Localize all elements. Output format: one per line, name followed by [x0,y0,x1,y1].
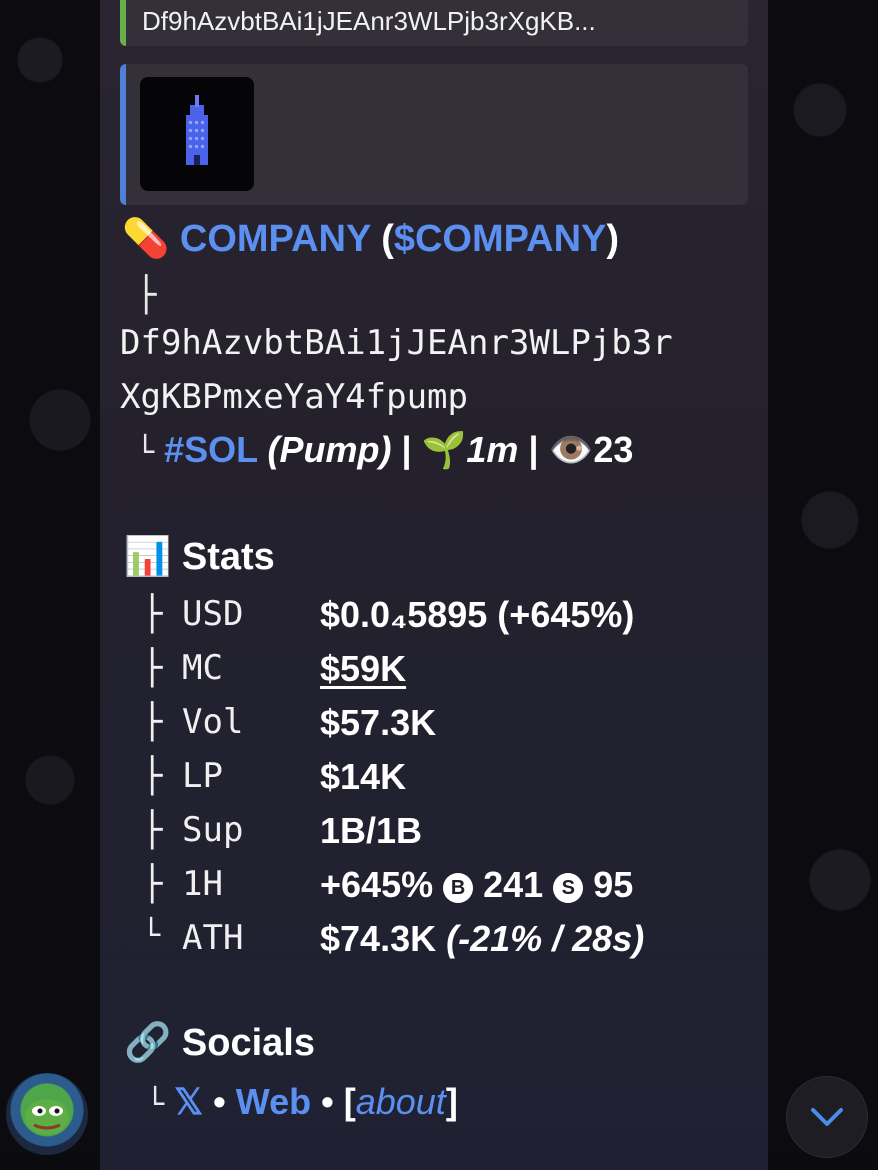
stat-label: USD [182,594,244,634]
stat-row-lp: ├ LP $14K [142,756,742,810]
quoted-message[interactable]: Df9hAzvbtBAi1jJEAnr3WLPjb3rXgKB... [120,0,748,46]
link-icon: 🔗 [124,1022,172,1064]
sell-count: 95 [593,864,634,905]
tree-branch-glyph: ├ [142,702,163,742]
stats-header: 📊 Stats [124,538,275,576]
stat-row-mc: ├ MC $59K [142,648,742,702]
ath-value: $74.3K [320,918,437,959]
stat-label: 1H [182,864,223,904]
platform-label: (Pump) [267,429,392,470]
chain-hashtag[interactable]: #SOL [164,429,257,470]
tree-branch-glyph: ├ [136,275,157,315]
stats-title: Stats [181,536,275,578]
stat-label: LP [182,756,223,796]
buy-count: 241 [483,864,544,905]
token-name-link[interactable]: COMPANY [180,218,371,260]
web-link[interactable]: Web [236,1081,311,1122]
pill-emoji: 💊 [122,218,170,260]
dot-separator: • [321,1081,334,1122]
buys-icon: B [443,873,474,903]
stat-row-1h: ├ 1H +645% B 241 S 95 [142,864,742,918]
stat-label: MC [182,648,223,688]
tree-branch-glyph: ├ [142,864,163,904]
contract-address-line-2[interactable]: XgKBPmxeYaY4fpump [120,380,468,414]
scroll-down-button[interactable] [786,1076,868,1158]
about-link[interactable]: about [356,1081,446,1122]
stat-label: ATH [182,918,244,958]
bracket-open: [ [343,1081,356,1122]
sells-icon: S [553,873,584,903]
view-count: 23 [593,429,634,470]
stat-label: Sup [182,810,244,850]
quoted-address: Df9hAzvbtBAi1jJEAnr3WLPjb3rXgKB... [142,6,596,36]
x-link[interactable]: 𝕏 [174,1081,203,1122]
stat-row-vol: ├ Vol $57.3K [142,702,742,756]
stat-row-usd: ├ USD $0.0₄5895 (+645%) [142,594,742,648]
preview-bar [120,64,126,205]
stat-row-ath: └ ATH $74.3K (-21% / 28s) [142,918,742,972]
tree-branch-glyph: ├ [142,810,163,850]
stat-value: $14K [320,756,407,797]
stat-value: $0.0₄5895 (+645%) [320,594,635,635]
stat-row-sup: ├ Sup 1B/1B [142,810,742,864]
tree-end-glyph: └ [136,435,155,470]
hour-change: +645% [320,864,434,905]
separator: | [528,429,539,470]
chain-info: └ #SOL (Pump) | 🌱1m | 👁️23 [136,432,633,468]
token-image[interactable] [140,77,254,191]
seedling-icon: 🌱 [421,429,467,470]
token-ticker-link[interactable]: $COMPANY [394,218,607,260]
stat-value: $57.3K [320,702,437,743]
socials-title: Socials [181,1022,315,1064]
skyscraper-icon [186,95,208,165]
stat-value: +645% B 241 S 95 [320,864,633,906]
socials-header: 🔗 Socials [124,1024,315,1062]
socials-links: └ 𝕏 • Web • [about] [146,1084,458,1120]
tree-branch-glyph: ├ [142,594,163,634]
eye-icon: 👁️ [548,429,594,470]
quote-bar [120,0,126,46]
stat-value: $74.3K (-21% / 28s) [320,918,644,960]
sender-avatar[interactable] [6,1073,88,1155]
token-age: 1m [466,429,519,470]
market-cap-link[interactable]: $59K [320,648,406,690]
contract-address-line-1[interactable]: Df9hAzvbtBAi1jJEAnr3WLPjb3r [120,326,673,360]
ath-detail: (-21% / 28s) [446,918,645,959]
link-preview[interactable] [120,64,748,205]
bracket-close: ] [445,1081,458,1122]
pepe-avatar-icon [25,1099,69,1135]
tree-end-glyph: └ [142,918,161,953]
paren-close: ) [606,218,620,260]
chevron-down-icon [811,1108,843,1126]
paren-open: ( [381,218,394,260]
dot-separator: • [213,1081,226,1122]
tree-branch-glyph: ├ [142,756,163,796]
tree-end-glyph: └ [146,1087,165,1122]
tree-branch-glyph: ├ [142,648,163,688]
separator: | [401,429,412,470]
stat-value: 1B/1B [320,810,423,851]
stat-label: Vol [182,702,244,742]
token-title: 💊 COMPANY ($COMPANY) [122,220,619,258]
bar-chart-icon: 📊 [124,536,172,578]
